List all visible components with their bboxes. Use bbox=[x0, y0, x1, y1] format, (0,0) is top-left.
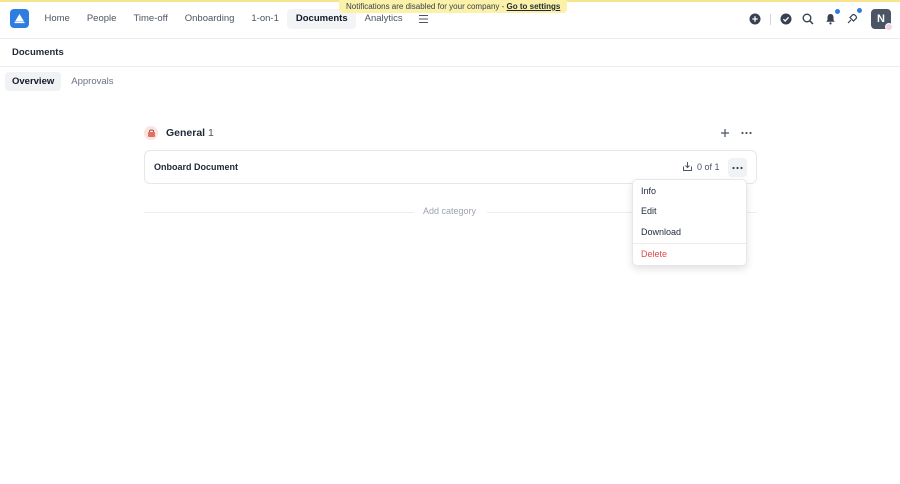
nav-item-home[interactable]: Home bbox=[36, 9, 78, 29]
logo-icon bbox=[14, 14, 25, 24]
document-progress: 0 of 1 bbox=[682, 161, 720, 172]
tab-overview[interactable]: Overview bbox=[5, 72, 62, 91]
more-horizontal-icon bbox=[740, 131, 752, 135]
category-name: General bbox=[166, 127, 206, 139]
sign-document-icon bbox=[683, 162, 692, 171]
add-document-button[interactable] bbox=[717, 125, 733, 141]
avatar-initial: N bbox=[877, 13, 885, 25]
avatar-badge bbox=[885, 23, 893, 31]
menu-divider bbox=[633, 243, 746, 244]
nav-item-onboarding[interactable]: Onboarding bbox=[176, 9, 243, 29]
notice-text: Notifications are disabled for your comp… bbox=[346, 2, 505, 11]
tab-approvals[interactable]: Approvals bbox=[64, 72, 120, 91]
page-header: Documents bbox=[0, 39, 900, 67]
rocket-notification-dot bbox=[857, 8, 862, 13]
menu-item-delete[interactable]: Delete bbox=[633, 245, 746, 263]
bell-notification-dot bbox=[835, 9, 840, 14]
document-progress-text: 0 of 1 bbox=[697, 161, 720, 172]
category-count: 1 bbox=[208, 127, 214, 139]
add-category-button[interactable]: Add category bbox=[415, 206, 485, 216]
rocket-icon[interactable] bbox=[841, 8, 863, 29]
document-more-button[interactable] bbox=[728, 158, 747, 177]
nav-item-1-on-1[interactable]: 1-on-1 bbox=[243, 9, 287, 29]
check-circle-icon[interactable] bbox=[775, 9, 797, 29]
header-divider bbox=[770, 13, 771, 25]
menu-item-download[interactable]: Download bbox=[633, 223, 746, 241]
plus-circle-icon[interactable] bbox=[744, 9, 766, 29]
menu-lines-icon[interactable] bbox=[415, 11, 431, 27]
category-more-button[interactable] bbox=[738, 125, 754, 141]
notification-banner: Notifications are disabled for your comp… bbox=[339, 0, 568, 13]
nav-item-people[interactable]: People bbox=[78, 9, 125, 29]
plus-icon bbox=[721, 129, 729, 137]
header-actions: N bbox=[744, 8, 893, 31]
search-icon[interactable] bbox=[797, 9, 819, 29]
avatar[interactable]: N bbox=[871, 9, 893, 31]
divider-line bbox=[144, 212, 414, 213]
bell-icon[interactable] bbox=[819, 9, 841, 29]
tab-bar: Overview Approvals bbox=[5, 72, 124, 91]
category-emoji-icon bbox=[144, 126, 158, 140]
document-context-menu: Info Edit Download Delete bbox=[632, 179, 747, 266]
page-title: Documents bbox=[12, 47, 64, 58]
nav-item-time-off[interactable]: Time-off bbox=[125, 9, 176, 29]
menu-item-info[interactable]: Info bbox=[633, 182, 746, 200]
document-name[interactable]: Onboard Document bbox=[154, 162, 238, 172]
menu-item-edit[interactable]: Edit bbox=[633, 202, 746, 220]
category-header: General 1 bbox=[144, 124, 757, 144]
go-to-settings-link[interactable]: Go to settings bbox=[507, 2, 561, 11]
category-section: General 1 Onboard Document 0 of 1 Add ca… bbox=[144, 124, 757, 216]
app-logo[interactable] bbox=[10, 9, 29, 28]
more-horizontal-icon bbox=[732, 166, 743, 169]
